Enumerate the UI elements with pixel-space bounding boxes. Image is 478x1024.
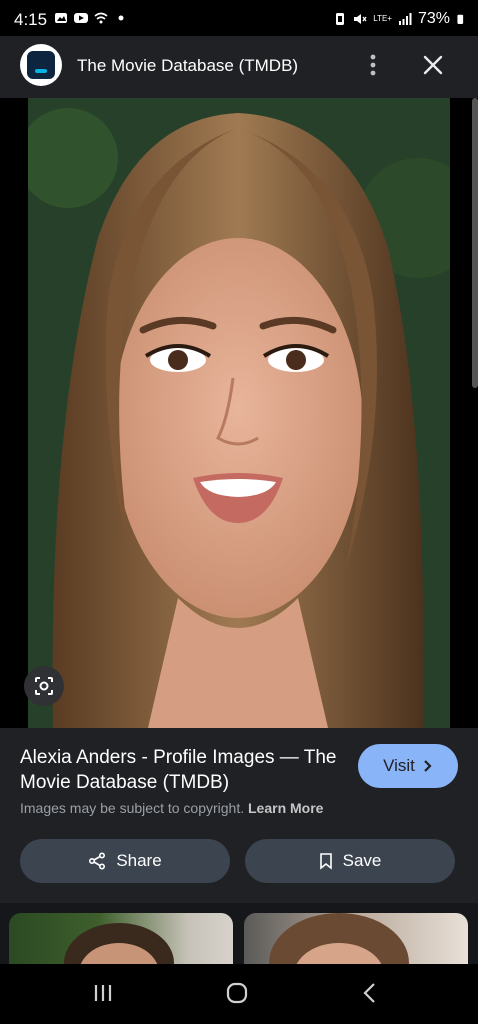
related-photo xyxy=(64,923,174,964)
share-label: Share xyxy=(116,851,162,870)
mute-icon xyxy=(354,14,367,24)
battery-percent: 73% xyxy=(417,10,450,27)
lens-icon xyxy=(35,677,53,695)
related-photo xyxy=(269,913,409,964)
system-nav-bar xyxy=(0,964,478,1024)
save-label: Save xyxy=(342,851,382,870)
battery-saver-icon xyxy=(336,13,345,25)
status-time: 4:15 xyxy=(14,10,48,29)
visit-button[interactable]: Visit xyxy=(358,744,458,788)
chevron-right-icon xyxy=(424,760,432,772)
app-header: The Movie Database (TMDB) xyxy=(0,36,478,98)
viewer-scrollbar[interactable] xyxy=(472,98,478,388)
related-image-thumbnail[interactable] xyxy=(244,913,468,964)
related-images xyxy=(0,903,478,964)
lens-search-button[interactable] xyxy=(24,666,64,706)
close-icon[interactable] xyxy=(420,52,446,78)
visit-label: Visit xyxy=(383,756,415,775)
notification-icons xyxy=(54,11,128,25)
system-icons: LTE+ 73% xyxy=(333,10,466,28)
learn-more-link[interactable]: Learn More xyxy=(248,800,323,816)
status-bar: 4:15 LTE+ 73% xyxy=(0,0,478,36)
youtube-icon xyxy=(74,13,88,23)
tmdb-logo-icon xyxy=(27,51,55,79)
site-logo xyxy=(20,44,62,86)
image-viewer[interactable] xyxy=(0,98,478,728)
copyright-text: Images may be subject to copyright. xyxy=(20,800,245,816)
network-type: LTE+ xyxy=(373,14,392,23)
dot-icon xyxy=(118,15,124,21)
image-result-title[interactable]: Alexia Anders - Profile Images — The Mov… xyxy=(20,745,340,795)
bookmark-icon xyxy=(319,853,332,870)
share-button[interactable]: Share xyxy=(20,839,230,883)
home-icon[interactable] xyxy=(226,982,248,1004)
profile-photo[interactable] xyxy=(28,98,450,728)
save-button[interactable]: Save xyxy=(245,839,455,883)
battery-icon xyxy=(457,14,464,24)
related-image-thumbnail[interactable] xyxy=(9,913,233,964)
more-vert-icon[interactable] xyxy=(360,50,386,80)
share-icon xyxy=(89,852,106,870)
recent-apps-icon[interactable] xyxy=(92,982,114,1004)
site-title: The Movie Database (TMDB) xyxy=(77,56,299,75)
copyright-notice: Images may be subject to copyright. Lear… xyxy=(20,800,323,816)
signal-icon xyxy=(398,13,412,25)
wifi-calling-icon xyxy=(94,12,108,24)
gallery-icon xyxy=(55,13,67,23)
back-icon[interactable] xyxy=(362,982,378,1004)
